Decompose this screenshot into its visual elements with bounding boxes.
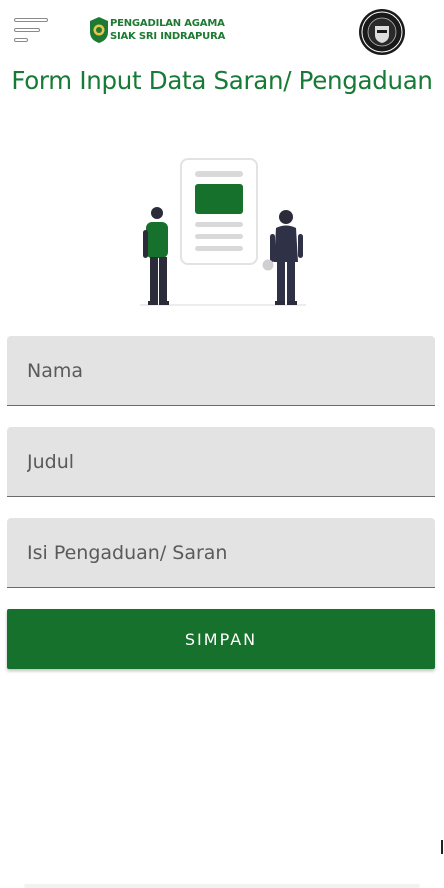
app-header: PENGADILAN AGAMA SIAK SRI INDRAPURA bbox=[0, 0, 444, 62]
page-title: Form Input Data Saran/ Pengaduan bbox=[11, 66, 433, 95]
hamburger-menu-icon[interactable] bbox=[14, 18, 50, 44]
isi-pengaduan-input[interactable] bbox=[7, 518, 435, 587]
judul-input[interactable] bbox=[7, 427, 435, 496]
edge-divider bbox=[441, 840, 443, 854]
bottom-divider bbox=[24, 884, 420, 888]
nama-input[interactable] bbox=[7, 336, 435, 405]
logo-line-1: PENGADILAN AGAMA bbox=[110, 18, 225, 29]
logo-line-2: SIAK SRI INDRAPURA bbox=[110, 31, 226, 42]
feedback-illustration bbox=[140, 158, 306, 306]
court-emblem-icon bbox=[90, 17, 108, 43]
isi-field-container bbox=[7, 518, 435, 588]
court-logo: PENGADILAN AGAMA SIAK SRI INDRAPURA bbox=[88, 16, 225, 46]
nama-field-container bbox=[7, 336, 435, 406]
judul-field-container bbox=[7, 427, 435, 497]
integrity-zone-seal-icon bbox=[359, 9, 405, 55]
simpan-button[interactable]: SIMPAN bbox=[7, 609, 435, 669]
